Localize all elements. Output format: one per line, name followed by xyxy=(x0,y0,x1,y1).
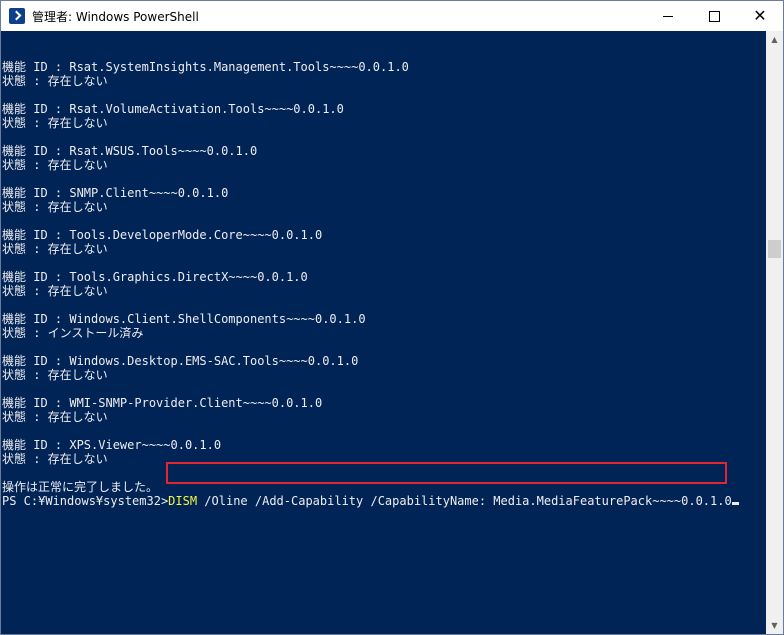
console-line: 状態 : インストール済み xyxy=(2,326,144,340)
console-line: 状態 : 存在しない xyxy=(2,242,108,256)
console-line: 状態 : 存在しない xyxy=(2,200,108,214)
console-line: 状態 : 存在しない xyxy=(2,158,108,172)
console-line: 状態 : 存在しない xyxy=(2,368,108,382)
console-line: 機能 ID : Windows.Client.ShellComponents~~… xyxy=(2,312,366,326)
console-line: 機能 ID : Rsat.SystemInsights.Management.T… xyxy=(2,60,409,74)
console-line: 機能 ID : Windows.Desktop.EMS-SAC.Tools~~~… xyxy=(2,354,359,368)
console-line: 機能 ID : SNMP.Client~~~~0.0.1.0 xyxy=(2,186,229,200)
console-text: 機能 ID : Rsat.SystemInsights.Management.T… xyxy=(2,32,739,536)
chevron-down-icon: ▼ xyxy=(771,621,778,630)
console-line: 機能 ID : XPS.Viewer~~~~0.0.1.0 xyxy=(2,438,222,452)
console-line: 機能 ID : Rsat.VolumeActivation.Tools~~~~0… xyxy=(2,102,344,116)
powershell-window: 管理者: Windows PowerShell ✕ 機能 ID : Rsat.S… xyxy=(0,0,784,635)
window-controls: ✕ xyxy=(645,1,783,31)
window-title: 管理者: Windows PowerShell xyxy=(32,9,199,24)
console-line: 機能 ID : Tools.Graphics.DirectX~~~~0.0.1.… xyxy=(2,270,308,284)
maximize-button[interactable] xyxy=(691,1,737,31)
prompt-line[interactable]: PS C:¥Windows¥system32>DISM /Oline /Add-… xyxy=(2,494,739,508)
console-line: 機能 ID : Rsat.WSUS.Tools~~~~0.0.1.0 xyxy=(2,144,258,158)
console-line: 状態 : 存在しない xyxy=(2,74,108,88)
command-highlight-box xyxy=(166,462,727,484)
command-args: /Oline /Add-Capability /CapabilityName: … xyxy=(197,494,732,508)
close-icon: ✕ xyxy=(753,6,767,25)
console-line: 機能 ID : WMI-SNMP-Provider.Client~~~~0.0.… xyxy=(2,396,323,410)
command-keyword: DISM xyxy=(168,494,198,508)
prompt: PS C:¥Windows¥system32> xyxy=(2,494,169,508)
vertical-scrollbar[interactable]: ▲ ▼ xyxy=(766,31,783,634)
text-cursor xyxy=(731,502,739,505)
console-line: 状態 : 存在しない xyxy=(2,410,108,424)
scroll-up-button[interactable]: ▲ xyxy=(766,31,783,48)
close-button[interactable]: ✕ xyxy=(737,1,783,31)
console-output[interactable]: 機能 ID : Rsat.SystemInsights.Management.T… xyxy=(1,31,766,634)
maximize-icon xyxy=(708,10,720,22)
minimize-button[interactable] xyxy=(645,1,691,31)
scrollbar-thumb[interactable] xyxy=(768,240,781,258)
chevron-up-icon: ▲ xyxy=(771,35,778,44)
console-line: 状態 : 存在しない xyxy=(2,284,108,298)
title-bar[interactable]: 管理者: Windows PowerShell ✕ xyxy=(1,1,783,31)
powershell-icon xyxy=(9,8,25,24)
console-line: 機能 ID : Tools.DeveloperMode.Core~~~~0.0.… xyxy=(2,228,323,242)
console-line: 状態 : 存在しない xyxy=(2,116,108,130)
scroll-down-button[interactable]: ▼ xyxy=(766,617,783,634)
minimize-icon xyxy=(663,15,673,17)
